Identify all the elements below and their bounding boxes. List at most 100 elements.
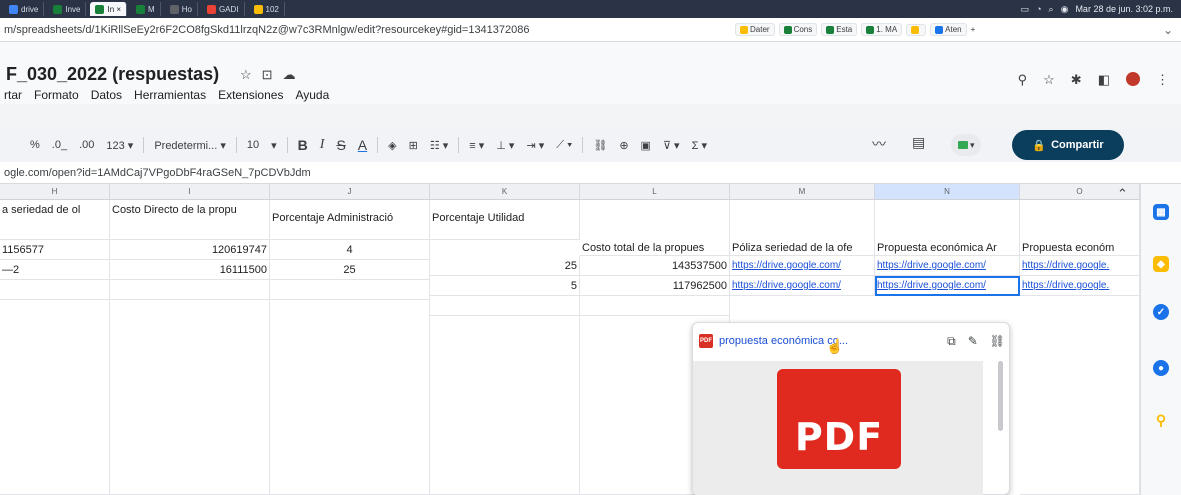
meet-button[interactable]: ▾ [951,134,982,156]
column-header-k[interactable]: K [430,184,580,200]
browser-tab[interactable]: drive [4,2,45,16]
formula-bar[interactable]: ogle.com/open?id=1AMdCaj7VPgoDbF4raGSeN_… [0,162,1181,184]
increase-decimal-button[interactable]: .00 [73,139,100,151]
move-folder-icon[interactable]: ⊡ [262,67,273,83]
search-icon[interactable]: ⌕ [1049,4,1054,15]
empty-cell[interactable] [270,280,430,300]
menu-extensions[interactable]: Extensiones [218,88,283,102]
maps-icon[interactable]: ⚲ [1153,412,1169,428]
menu-format[interactable]: Formato [34,88,79,102]
font-size-input[interactable]: 10 [241,139,265,151]
empty-cell[interactable] [430,316,580,495]
column-header-i[interactable]: I [110,184,270,200]
empty-cell[interactable] [0,280,110,300]
table-cell[interactable]: 143537500 [580,256,730,276]
filter-icon[interactable]: ⊽ ▾ [657,139,686,152]
comments-icon[interactable]: ▤ [912,134,925,156]
text-wrap-icon[interactable]: ⇥ ▾ [520,139,550,152]
browser-tab-active[interactable]: In × [90,2,128,16]
profile-avatar[interactable] [1126,72,1140,86]
browser-tab[interactable]: 102 [249,2,285,16]
table-cell[interactable]: 16111500 [110,260,270,280]
header-cell[interactable]: Propuesta económ [1020,200,1140,256]
more-formats-dropdown[interactable]: 123 ▾ [100,139,139,152]
table-cell[interactable]: 1156577 [0,240,110,260]
bold-button[interactable]: B [292,137,314,153]
star-icon[interactable]: ☆ [240,67,252,83]
cloud-status-icon[interactable]: ☁ [283,67,296,83]
text-rotation-icon[interactable]: ⟋ ▾ [550,139,578,152]
table-cell[interactable]: 5 [430,276,580,296]
header-cell[interactable]: Porcentaje Administració [270,200,430,240]
header-cell[interactable]: Porcentaje Utilidad [430,200,580,240]
column-header-m[interactable]: M [730,184,875,200]
functions-icon[interactable]: Σ ▾ [686,139,713,152]
table-cell[interactable]: 25 [270,260,430,280]
browser-tab[interactable]: Inve [48,2,87,16]
italic-button[interactable]: I [314,137,331,153]
header-cell[interactable]: Costo total de la propues [580,200,730,256]
bookmark-item[interactable] [906,23,927,36]
popup-scrollbar[interactable] [998,361,1003,431]
borders-icon[interactable]: ⊞ [403,139,424,152]
empty-cell[interactable] [430,296,580,316]
add-bookmark-icon[interactable]: + [971,25,976,34]
empty-cell[interactable] [1020,296,1140,495]
keep-icon[interactable]: ◆ [1153,256,1169,272]
header-cell[interactable]: a seriedad de ol [0,200,110,240]
more-vert-icon[interactable]: ⋮ [1156,72,1169,88]
insert-chart-icon[interactable]: ▣ [635,139,657,152]
contacts-icon[interactable]: ● [1153,360,1169,376]
url-field[interactable]: m/spreadsheets/d/1KiRllSeEy2r6F2CO8fgSkd… [0,24,735,36]
control-center-icon[interactable]: ◉ [1061,4,1069,15]
table-cell[interactable]: 4 [270,240,430,260]
bookmark-item[interactable]: Cons [778,23,818,36]
browser-tab[interactable]: GADI [202,2,245,16]
empty-cell[interactable] [0,300,110,495]
table-cell[interactable]: 120619747 [110,240,270,260]
menu-help[interactable]: Ayuda [295,88,329,102]
column-header-j[interactable]: J [270,184,430,200]
header-cell[interactable]: Costo Directo de la propu [110,200,270,240]
browser-tab[interactable]: Ho [165,2,198,16]
file-preview[interactable]: PDF [693,361,983,495]
font-size-dropdown-icon[interactable]: ▾ [265,139,283,152]
horizontal-align-icon[interactable]: ≡ ▾ [463,139,490,152]
browser-tab[interactable]: M [131,2,161,16]
insert-link-icon[interactable]: ⛓ [587,139,613,152]
column-header-l[interactable]: L [580,184,730,200]
header-cell[interactable]: Póliza seriedad de la ofe [730,200,875,256]
lock-icon[interactable]: ⚲ [1018,72,1028,88]
doc-title[interactable]: F_030_2022 (respuestas) [6,64,219,85]
column-header-h[interactable]: H [0,184,110,200]
vertical-align-icon[interactable]: ⊥ ▾ [490,139,520,152]
table-cell-link[interactable]: https://drive.google. [1020,276,1140,296]
menu-tools[interactable]: Herramientas [134,88,206,102]
bookmark-item[interactable]: Dater [735,23,775,36]
tasks-icon[interactable]: ✓ [1153,304,1169,320]
edit-link-icon[interactable]: ✎ [968,334,978,349]
share-button[interactable]: 🔒 Compartir [1012,130,1124,160]
table-cell-link[interactable]: https://drive.google.com/ [730,276,875,296]
bookmark-item[interactable]: Esta [821,23,858,36]
table-cell[interactable]: 117962500 [580,276,730,296]
bookmark-item[interactable]: 1. MA [861,23,903,36]
decrease-decimal-button[interactable]: .0_ [46,139,73,151]
menu-insert[interactable]: rtar [4,88,22,102]
percent-format-button[interactable]: % [24,139,46,151]
extensions-icon[interactable]: ✱ [1071,72,1082,88]
fill-color-icon[interactable]: ◈ [382,139,402,152]
text-color-button[interactable]: A [352,137,373,153]
empty-cell[interactable] [110,300,270,495]
bookmark-star-icon[interactable]: ☆ [1043,72,1055,88]
font-family-dropdown[interactable]: Predetermi... ▾ [148,139,232,152]
bookmark-item[interactable]: Aten [930,23,967,36]
selected-cell-link[interactable]: https://drive.google.com/ [875,276,1020,296]
empty-cell[interactable] [110,280,270,300]
activity-trend-icon[interactable]: 〰 [872,134,886,156]
chevron-down-icon[interactable]: ⌄ [1163,23,1181,37]
empty-cell[interactable] [580,296,730,316]
table-cell-link[interactable]: https://drive.google. [1020,256,1140,276]
calendar-icon[interactable]: ▦ [1153,204,1169,220]
menu-data[interactable]: Datos [91,88,122,102]
